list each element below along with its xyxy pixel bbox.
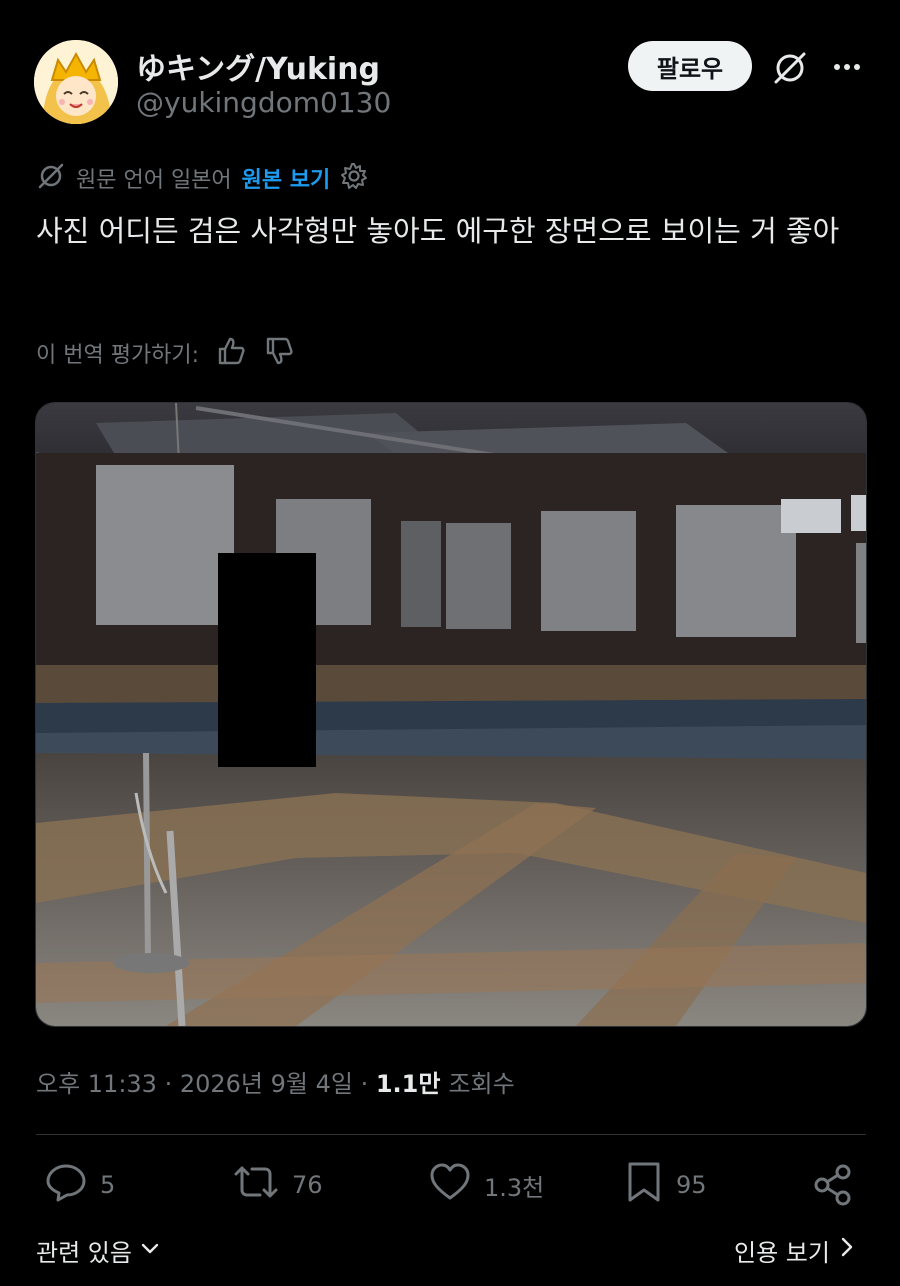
related-label: 관련 있음	[36, 1238, 132, 1267]
like-button[interactable]: 1.3천	[428, 1160, 544, 1210]
tweet-timestamp-row: 오후 11:33 · 2026년 9월 4일 · 1.1만 조회수	[36, 1062, 515, 1100]
bookmark-count: 95	[676, 1171, 707, 1199]
photo-dark-room	[36, 403, 866, 1026]
follow-button[interactable]: 팔로우	[628, 41, 752, 91]
chevron-down-icon	[140, 1236, 160, 1264]
grok-translate-icon	[36, 161, 66, 195]
related-link[interactable]: 관련 있음	[36, 1230, 160, 1270]
rate-translation-row: 이 번역 평가하기:	[36, 334, 295, 372]
views-count: 1.1만	[375, 1069, 441, 1098]
divider	[36, 1134, 866, 1135]
view-quotes-label: 인용 보기	[734, 1238, 830, 1267]
view-quotes-link[interactable]: 인용 보기	[734, 1230, 856, 1270]
views-label: 조회수	[448, 1069, 515, 1098]
grok-icon[interactable]	[770, 48, 810, 88]
more-icon[interactable]	[830, 50, 864, 84]
avatar-image	[34, 40, 118, 124]
view-original-link[interactable]: 원본 보기	[242, 162, 331, 194]
reply-count: 5	[100, 1171, 116, 1199]
tweet-text: 사진 어디든 검은 사각형만 놓아도 에구한 장면으로 보이는 거 좋아	[36, 214, 840, 248]
tweet-photo[interactable]	[35, 402, 867, 1027]
bookmark-icon	[624, 1160, 664, 1210]
retweet-button[interactable]: 76	[232, 1160, 323, 1210]
bookmark-button[interactable]: 95	[624, 1160, 707, 1210]
thumbs-down-icon[interactable]	[263, 335, 295, 371]
like-count: 1.3천	[484, 1173, 545, 1202]
author-display-name[interactable]: ゆキング/Yuking	[136, 44, 380, 88]
retweet-count: 76	[292, 1171, 323, 1199]
chevron-right-icon	[838, 1236, 856, 1264]
translation-source-label: 원문 언어 일본어	[76, 168, 232, 193]
share-icon[interactable]	[810, 1162, 856, 1208]
reply-icon	[44, 1160, 88, 1210]
thumbs-up-icon[interactable]	[215, 335, 247, 371]
translation-row: 원문 언어 일본어 원본 보기	[36, 160, 368, 196]
heart-icon	[428, 1160, 472, 1210]
author-handle[interactable]: @yukingdom0130	[136, 86, 391, 119]
avatar[interactable]	[34, 40, 118, 124]
gear-icon[interactable]	[340, 162, 368, 194]
retweet-icon	[232, 1160, 280, 1210]
reply-button[interactable]: 5	[44, 1160, 115, 1210]
rate-translation-label: 이 번역 평가하기:	[36, 343, 200, 368]
tweet-timestamp[interactable]: 오후 11:33 · 2026년 9월 4일 ·	[36, 1064, 368, 1099]
